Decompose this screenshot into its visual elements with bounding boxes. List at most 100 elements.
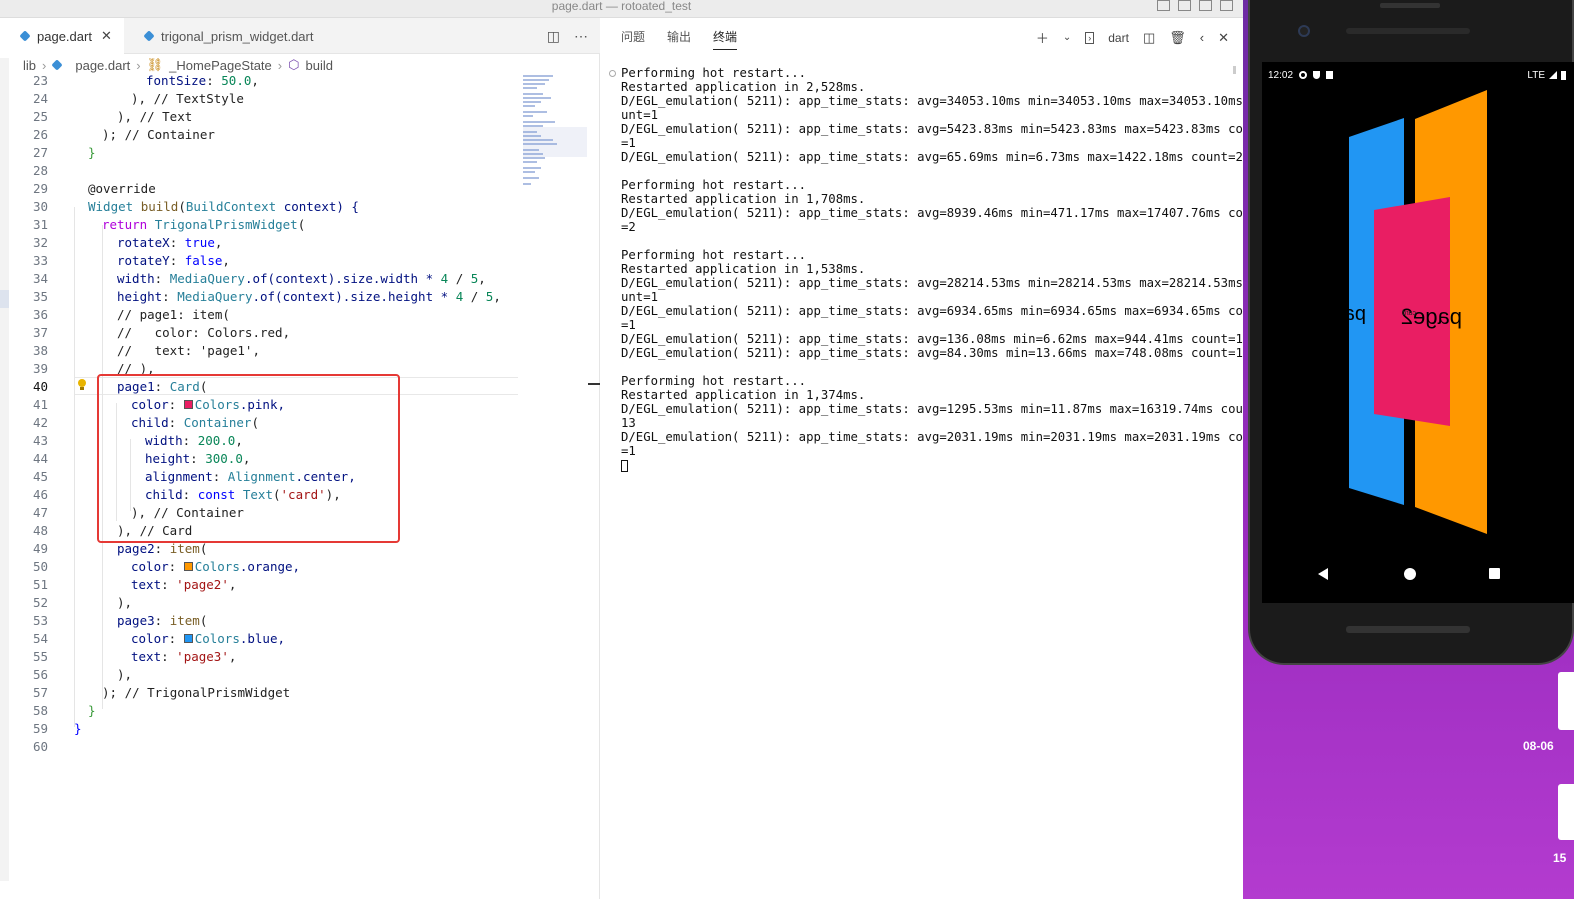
code-line: ); // Container (102, 127, 215, 142)
trigonal-prism-render[interactable]: page3 page2 card (1262, 62, 1574, 603)
code-token: true (184, 235, 215, 250)
code-comment: // page1: item( (117, 307, 230, 322)
terminal-name[interactable]: dart (1108, 31, 1129, 45)
line-number: 59 (32, 721, 48, 736)
line-number: 27 (32, 145, 48, 160)
desktop-label: 15 (1553, 851, 1567, 865)
color-swatch-orange[interactable] (183, 562, 193, 571)
code-token: color (131, 559, 169, 574)
code-token: : (206, 73, 222, 88)
code-token: color (131, 631, 169, 646)
split-editor-icon[interactable]: ◫ (547, 28, 560, 45)
line-number: 33 (32, 253, 48, 268)
line-number: 47 (32, 505, 48, 520)
split-terminal-icon[interactable]: ◫ (1143, 30, 1155, 46)
tab-trigonal-prism-widget[interactable]: trigonal_prism_widget.dart (124, 18, 350, 54)
trash-icon[interactable]: 🗑 (1169, 30, 1186, 46)
terminal-line: D/EGL_emulation( 5211): app_time_stats: … (621, 122, 1266, 136)
toggle-secondary-sidebar-icon[interactable] (1199, 0, 1212, 11)
code-token: fontSize (146, 73, 207, 88)
customize-layout-icon[interactable] (1220, 0, 1233, 11)
terminal-line: D/EGL_emulation( 5211): app_time_stats: … (621, 276, 1266, 290)
editor-actions: ◫ ⋯ (547, 28, 588, 45)
line-number: 60 (32, 739, 48, 754)
code-token: / (448, 271, 471, 286)
lightbulb-icon[interactable] (77, 379, 87, 391)
line-number: 26 (32, 127, 48, 142)
line-number: 42 (32, 415, 48, 430)
color-swatch-blue[interactable] (183, 634, 193, 643)
more-actions-icon[interactable]: ⋯ (574, 28, 588, 45)
code-token: / (463, 289, 486, 304)
line-number: 55 (32, 649, 48, 664)
code-token: 50.0 (221, 73, 252, 88)
android-recents-button[interactable] (1489, 568, 1500, 579)
terminal-line: Restarted application in 1,374ms. (621, 388, 866, 402)
line-number: 41 (32, 397, 48, 412)
android-status-bar: 12:02 LTE (1268, 68, 1568, 82)
line-number: 46 (32, 487, 48, 502)
toggle-panel-icon[interactable] (1178, 0, 1191, 11)
desktop-widget[interactable] (1558, 784, 1574, 840)
tab-page-dart[interactable]: page.dart ✕ (0, 18, 124, 54)
terminal-line: =1 (621, 444, 636, 458)
line-number: 31 (32, 217, 48, 232)
tab-terminal[interactable]: 终端 (713, 28, 738, 50)
code-line: } (88, 703, 96, 718)
new-terminal-icon[interactable]: ＋ (1036, 28, 1049, 47)
status-time: 12:02 (1268, 69, 1294, 81)
line-number: 44 (32, 451, 48, 466)
minimap[interactable] (523, 75, 587, 195)
code-token: return (102, 217, 148, 232)
chevron-left-icon[interactable]: ‹ (1200, 30, 1204, 45)
code-token: .of(context).size.width * (244, 271, 441, 286)
android-home-button[interactable] (1404, 568, 1416, 580)
code-line: ), (117, 595, 133, 610)
code-token: 'page3' (176, 649, 229, 664)
line-number: 35 (32, 289, 48, 304)
code-token: , (493, 289, 501, 304)
signal-icon (1549, 71, 1557, 79)
terminal-icon: › (1085, 31, 1095, 44)
command-decoration-icon (609, 70, 616, 77)
close-icon[interactable]: ✕ (101, 28, 112, 44)
code-line: ), (117, 667, 133, 682)
tab-output[interactable]: 输出 (667, 28, 691, 50)
line-number: 56 (32, 667, 48, 682)
terminal-prompt[interactable] (621, 458, 1233, 472)
line-number: 49 (32, 541, 48, 556)
card-label: card (1402, 310, 1416, 317)
terminal-output[interactable]: Performing hot restart... Restarted appli… (621, 66, 1266, 472)
code-token: rotateY (117, 253, 170, 268)
tab-problems[interactable]: 问题 (621, 28, 645, 50)
network-type: LTE (1527, 69, 1545, 81)
code-token: height (117, 289, 163, 304)
code-line: @override (88, 181, 156, 196)
terminal-line: =1 (621, 136, 636, 150)
dart-file-icon (144, 31, 155, 42)
chevron-down-icon[interactable]: ⌄ (1063, 32, 1071, 43)
code-token: page2 (117, 541, 155, 556)
line-number: 24 (32, 91, 48, 106)
desktop-widget[interactable] (1558, 672, 1574, 730)
code-token: , (478, 271, 486, 286)
terminal-scrollbar[interactable] (1233, 66, 1236, 74)
terminal-line: D/EGL_emulation( 5211): app_time_stats: … (621, 206, 1266, 220)
terminal-line: Performing hot restart... (621, 66, 807, 80)
window-titlebar: page.dart — rotoated_test (0, 0, 1243, 18)
code-token: item (169, 541, 200, 556)
toggle-sidebar-icon[interactable] (1157, 0, 1170, 11)
terminal-line: D/EGL_emulation( 5211): app_time_stats: … (621, 402, 1266, 416)
line-number: 37 (32, 325, 48, 340)
android-back-button[interactable] (1318, 568, 1328, 580)
line-number: 43 (32, 433, 48, 448)
dart-file-icon (20, 31, 31, 42)
line-number: 53 (32, 613, 48, 628)
settings-icon (1299, 71, 1308, 79)
terminal-panel: 问题 输出 终端 ＋ ⌄ › dart ◫ 🗑 ‹ ✕ Performing h… (601, 18, 1266, 899)
close-panel-icon[interactable]: ✕ (1218, 30, 1229, 46)
line-number: 39 (32, 361, 48, 376)
phone-bottom-speaker (1346, 626, 1470, 633)
